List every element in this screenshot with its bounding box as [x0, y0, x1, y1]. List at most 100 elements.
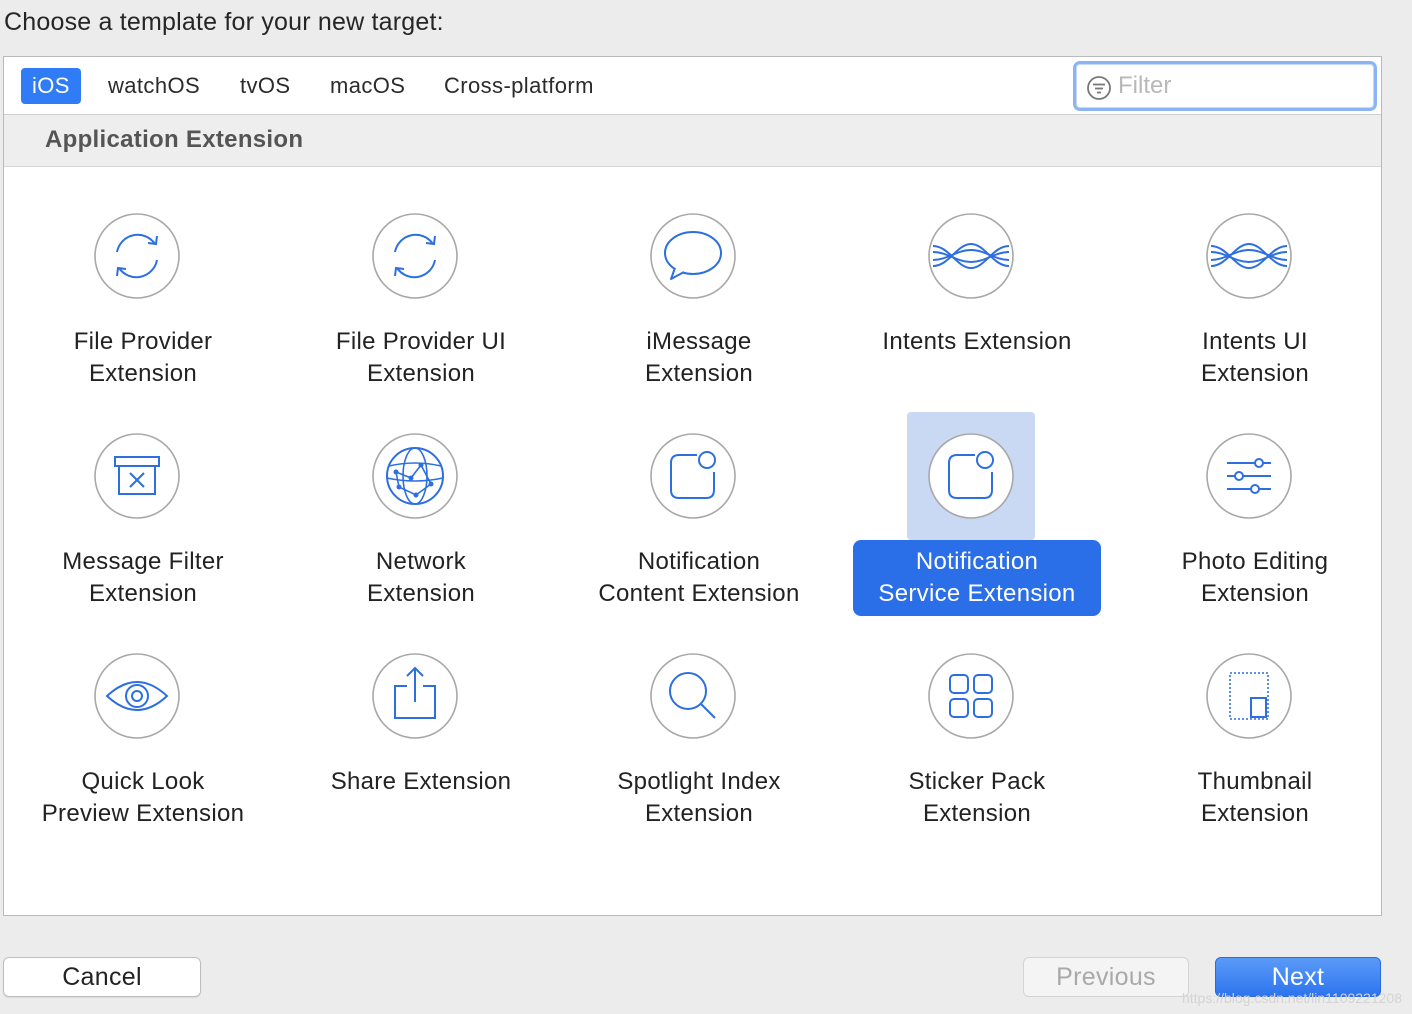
- template-item[interactable]: Notification Service Extension: [838, 412, 1116, 632]
- template-label: Notification Content Extension: [560, 546, 838, 610]
- template-item[interactable]: Custom KeyboardExtension: [1116, 168, 1381, 192]
- template-label-text: Intents Extension: [866, 326, 1087, 358]
- template-label-line: Extension: [922, 800, 1032, 827]
- template-label-line: Notification: [915, 548, 1039, 575]
- template-label-text: Notification Service Extension: [853, 540, 1101, 616]
- template-label-text: File Provider UI Extension: [320, 326, 522, 390]
- template-grid: Broadcast UploadExtension Call DirectoryE…: [4, 168, 1381, 915]
- template-item[interactable]: File Provider UI Extension: [282, 192, 560, 412]
- template-label-line: iMessage: [646, 328, 752, 355]
- template-label-line: Quick Look: [81, 768, 205, 795]
- template-label: Call DirectoryExtension: [282, 168, 560, 170]
- template-label: Sticker Pack Extension: [838, 766, 1116, 830]
- template-label-line: Extension: [1200, 580, 1310, 607]
- template-label: Photo Editing Extension: [1116, 546, 1381, 610]
- template-label-text: Quick Look Preview Extension: [26, 766, 261, 830]
- share-icon: [372, 653, 458, 739]
- template-icon-frame: [1185, 192, 1313, 320]
- template-icon-frame: [351, 412, 479, 540]
- section-header: Application Extension: [4, 115, 1381, 167]
- template-label-line: Thumbnail: [1197, 768, 1313, 795]
- template-item[interactable]: Network Extension: [282, 412, 560, 632]
- template-label-text: Content BlockerExtension: [873, 168, 1080, 170]
- template-item[interactable]: Call DirectoryExtension: [282, 168, 560, 192]
- template-item[interactable]: Message Filter Extension: [4, 412, 282, 632]
- template-item[interactable]: Content BlockerExtension: [838, 168, 1116, 192]
- template-label-line: Extension: [88, 580, 198, 607]
- template-label-text: Share Extension: [315, 766, 528, 798]
- tab-cross-platform[interactable]: Cross-platform: [433, 68, 605, 104]
- tab-tvos[interactable]: tvOS: [229, 68, 302, 104]
- template-icon-frame: [629, 632, 757, 760]
- template-label-text: Photo Editing Extension: [1166, 546, 1345, 610]
- speech-bubble-icon: [650, 213, 736, 299]
- intents-wave-icon: [1206, 213, 1292, 299]
- cancel-button[interactable]: Cancel: [3, 957, 201, 997]
- thumbnail-icon: [1206, 653, 1292, 739]
- trash-box-icon: [94, 433, 180, 519]
- template-label-text: ClassKit ContextProvider: [592, 168, 806, 170]
- template-item[interactable]: Share Extension: [282, 632, 560, 852]
- template-item[interactable]: File Provider Extension: [4, 192, 282, 412]
- template-label: Intents UI Extension: [1116, 326, 1381, 390]
- filter-icon: [1087, 76, 1111, 100]
- template-item[interactable]: Photo Editing Extension: [1116, 412, 1381, 632]
- template-label-line: Network: [375, 548, 467, 575]
- sync-arrows-icon: [94, 213, 180, 299]
- template-label-text: Call DirectoryExtension: [331, 168, 511, 170]
- template-item[interactable]: Notification Content Extension: [560, 412, 838, 632]
- template-icon-frame: [907, 632, 1035, 760]
- template-label-text: Network Extension: [351, 546, 491, 610]
- template-icon-frame: [73, 192, 201, 320]
- template-item[interactable]: Quick Look Preview Extension: [4, 632, 282, 852]
- template-item[interactable]: ClassKit ContextProvider: [560, 168, 838, 192]
- grid-squares-icon: [928, 653, 1014, 739]
- previous-button[interactable]: Previous: [1023, 957, 1189, 997]
- template-label: Thumbnail Extension: [1116, 766, 1381, 830]
- template-label-line: Extension: [366, 360, 476, 387]
- template-label: Message Filter Extension: [4, 546, 282, 610]
- filter-input[interactable]: [1118, 70, 1368, 102]
- template-label-line: File Provider UI: [335, 328, 507, 355]
- template-label-line: Notification: [637, 548, 761, 575]
- template-label: Spotlight Index Extension: [560, 766, 838, 830]
- template-label: Notification Service Extension: [838, 540, 1116, 616]
- template-label: Intents Extension: [838, 326, 1116, 358]
- tab-ios[interactable]: iOS: [21, 68, 81, 104]
- tab-macos[interactable]: macOS: [319, 68, 416, 104]
- template-label: Network Extension: [282, 546, 560, 610]
- template-label-text: Custom KeyboardExtension: [1141, 168, 1370, 170]
- template-label-line: Extension: [1157, 168, 1354, 170]
- template-label-line: Extension: [644, 800, 754, 827]
- template-item[interactable]: Thumbnail Extension: [1116, 632, 1381, 852]
- template-label-text: Broadcast UploadExtension: [29, 168, 257, 170]
- template-icon-frame: [1185, 412, 1313, 540]
- filter-field[interactable]: [1073, 61, 1377, 111]
- template-item[interactable]: Sticker Pack Extension: [838, 632, 1116, 852]
- template-label-line: Extension: [45, 168, 241, 170]
- template-label-line: Extension: [366, 580, 476, 607]
- template-item[interactable]: Broadcast UploadExtension: [4, 168, 282, 192]
- template-label: Broadcast UploadExtension: [4, 168, 282, 170]
- template-icon-frame: [73, 632, 201, 760]
- template-item[interactable]: iMessage Extension: [560, 192, 838, 412]
- template-label-line: Extension: [889, 168, 1064, 170]
- template-label: File Provider Extension: [4, 326, 282, 390]
- template-label: iMessage Extension: [560, 326, 838, 390]
- template-item[interactable]: Spotlight Index Extension: [560, 632, 838, 852]
- template-label: Content BlockerExtension: [838, 168, 1116, 170]
- template-label-line: Provider: [608, 168, 790, 170]
- template-label: ClassKit ContextProvider: [560, 168, 838, 170]
- template-panel: iOS watchOS tvOS macOS Cross-platform Ap…: [3, 56, 1382, 916]
- template-icon-frame: [351, 192, 479, 320]
- template-item[interactable]: Intents UI Extension: [1116, 192, 1381, 412]
- template-item[interactable]: Intents Extension: [838, 192, 1116, 412]
- template-label: Quick Look Preview Extension: [4, 766, 282, 830]
- tab-watchos[interactable]: watchOS: [97, 68, 211, 104]
- section-title: Application Extension: [45, 126, 304, 153]
- intents-wave-icon: [928, 213, 1014, 299]
- template-icon-frame: [1185, 632, 1313, 760]
- template-label-line: Extension: [1200, 360, 1310, 387]
- globe-network-icon: [372, 433, 458, 519]
- template-label-line: Content Extension: [598, 580, 800, 607]
